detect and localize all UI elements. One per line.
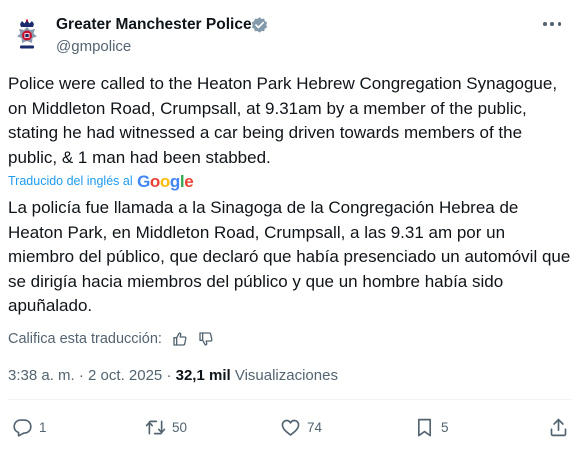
meta-separator: · — [78, 367, 84, 384]
like-count: 74 — [307, 419, 323, 435]
share-button[interactable] — [548, 416, 569, 438]
repost-icon — [145, 420, 166, 434]
rate-translation-label: Califica esta traducción: — [8, 331, 162, 347]
divider — [8, 399, 571, 400]
avatar[interactable] — [8, 16, 46, 54]
tweet-date[interactable]: 2 oct. 2025 — [88, 367, 162, 384]
thumbs-up-icon[interactable] — [172, 331, 188, 347]
author-handle[interactable]: @gmpolice — [56, 38, 131, 55]
google-logo: Google — [137, 172, 194, 191]
reply-icon — [13, 418, 32, 437]
meta-separator: · — [166, 367, 172, 384]
repost-button[interactable]: 50 — [145, 416, 187, 438]
like-button[interactable]: 74 — [280, 416, 322, 438]
author-name[interactable]: Greater Manchester Police — [56, 16, 252, 34]
reply-count: 1 — [39, 419, 47, 435]
views-label: Visualizaciones — [234, 367, 338, 384]
tweet-meta: 3:38 a. m. · 2 oct. 2025 · 32,1 mil Visu… — [8, 367, 338, 384]
police-crest-icon — [8, 16, 46, 54]
translated-by-label: Traducido del inglés al — [8, 174, 133, 188]
rate-translation: Califica esta traducción: — [8, 329, 214, 349]
thumbs-down-icon[interactable] — [198, 331, 214, 347]
tweet-text: Police were called to the Heaton Park He… — [8, 74, 558, 167]
translated-by[interactable]: Traducido del inglés al Google — [8, 172, 194, 192]
views-count: 32,1 mil — [175, 367, 231, 384]
tweet-time[interactable]: 3:38 a. m. — [8, 367, 75, 384]
bookmark-count: 5 — [441, 419, 449, 435]
heart-icon — [281, 419, 300, 436]
repost-count: 50 — [172, 419, 188, 435]
share-icon — [550, 418, 567, 436]
reply-button[interactable]: 1 — [12, 416, 47, 438]
verified-badge-icon[interactable] — [250, 16, 269, 35]
bookmark-icon — [417, 418, 432, 436]
bookmark-button[interactable]: 5 — [414, 416, 449, 438]
more-icon[interactable] — [543, 22, 563, 30]
translation-text: La policía fue llamada a la Sinagoga de … — [8, 198, 571, 315]
